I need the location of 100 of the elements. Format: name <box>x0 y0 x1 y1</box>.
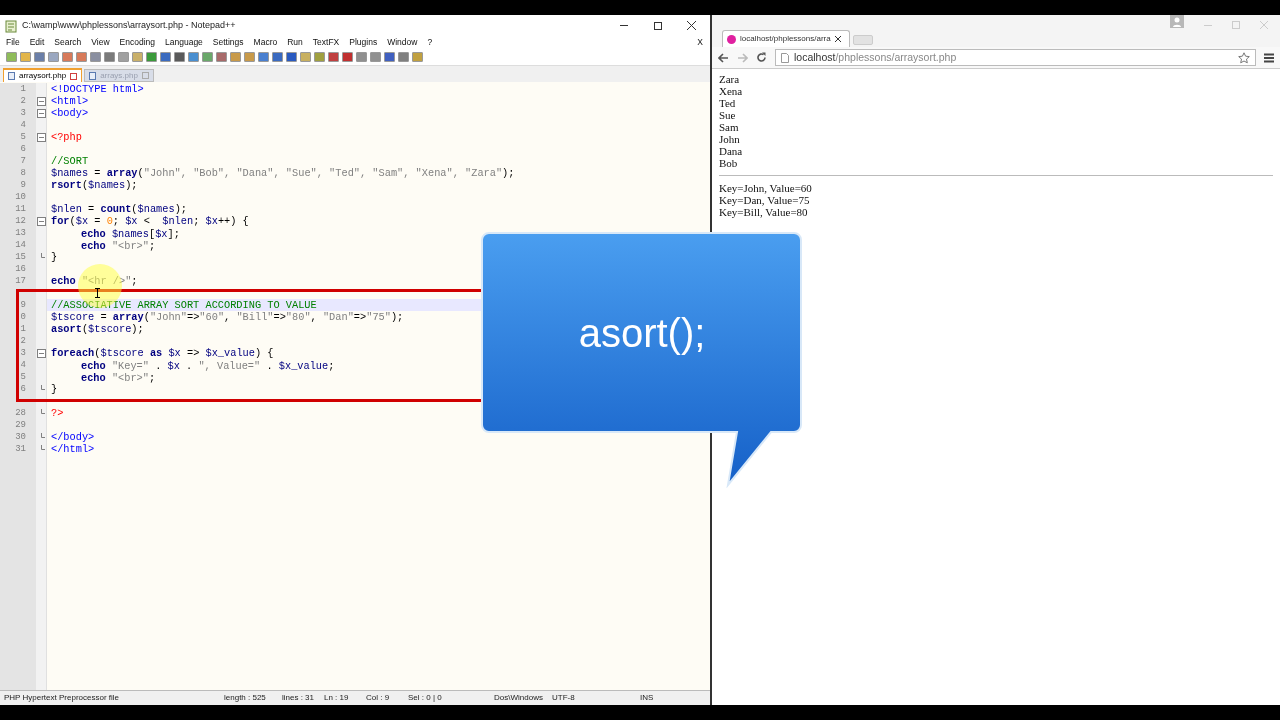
menu-icon[interactable] <box>1264 52 1274 63</box>
status-text: Sel : 0 | 0 <box>408 692 443 704</box>
reload-icon[interactable] <box>756 52 767 63</box>
menu-close-button[interactable]: X <box>697 36 704 49</box>
line-number: 16 <box>15 264 26 274</box>
code-line: } <box>51 251 58 263</box>
menu-item[interactable]: Language <box>165 36 203 49</box>
toolbar-icon[interactable] <box>146 52 157 62</box>
toolbar-icon[interactable] <box>328 52 339 62</box>
menu-item[interactable]: File <box>6 36 20 49</box>
line-number: 0 <box>20 312 26 322</box>
line-number: 30 <box>15 432 26 442</box>
code-line: $names = array("John", "Bob", "Dana", "Sue", "Ted", "Sam", "Xena", "Zara"); <box>51 167 515 179</box>
toolbar-icon[interactable] <box>132 52 143 62</box>
toolbar-icon[interactable] <box>118 52 129 62</box>
toolbar-icon[interactable] <box>244 52 255 62</box>
menu-item[interactable]: Search <box>54 36 82 49</box>
menu-item[interactable]: Edit <box>29 36 45 49</box>
line-number: 3 <box>20 108 26 118</box>
toolbar-icon[interactable] <box>356 52 367 62</box>
line-number: 9 <box>20 180 26 190</box>
fold-toggle-icon[interactable] <box>36 348 46 358</box>
menu-item[interactable]: Plugins <box>349 36 378 49</box>
page-icon <box>781 52 789 63</box>
toolbar-icon[interactable] <box>384 52 395 62</box>
fold-toggle-icon[interactable] <box>36 96 46 106</box>
minimize-button[interactable] <box>1204 25 1212 26</box>
toolbar-icon[interactable] <box>90 52 101 62</box>
output-line: Sam <box>719 121 739 133</box>
toolbar-icon[interactable] <box>62 52 73 62</box>
toolbar-icon[interactable] <box>174 52 185 62</box>
toolbar-icon[interactable] <box>34 52 45 62</box>
toolbar-icon[interactable] <box>20 52 31 62</box>
toolbar-icon[interactable] <box>76 52 87 62</box>
fold-toggle-icon[interactable] <box>36 132 46 142</box>
close-icon[interactable] <box>687 21 696 30</box>
toolbar-icon[interactable] <box>202 52 213 62</box>
toolbar-icon[interactable] <box>258 52 269 62</box>
line-number: 5 <box>20 132 26 142</box>
file-tab[interactable]: arraysort.php <box>3 68 83 82</box>
code-line: foreach($tscore as $x => $x_value) { <box>51 347 274 359</box>
callout-text: asort(); <box>578 310 706 357</box>
menu-item[interactable]: Macro <box>253 36 278 49</box>
toolbar-icon[interactable] <box>300 52 311 62</box>
tab-title: localhost/phplessons/arra <box>740 33 831 45</box>
menu-item[interactable]: Window <box>387 36 418 49</box>
line-number: 7 <box>20 156 26 166</box>
star-icon[interactable] <box>1238 51 1250 64</box>
menu-item[interactable]: Run <box>287 36 303 49</box>
user-icon[interactable] <box>1170 15 1184 28</box>
output-line: Key=Dan, Value=75 <box>719 194 810 206</box>
toolbar-icon[interactable] <box>370 52 381 62</box>
code-line: rsort($names); <box>51 179 138 191</box>
line-number: 28 <box>15 408 26 418</box>
code-line: echo "<hr />"; <box>51 275 138 287</box>
close-icon[interactable] <box>834 36 841 42</box>
address-bar[interactable]: localhost/phplessons/arraysort.php <box>775 49 1256 66</box>
toolbar-icon[interactable] <box>286 52 297 62</box>
toolbar-icon[interactable] <box>314 52 325 62</box>
status-text: Col : 9 <box>366 692 391 704</box>
toolbar-icon[interactable] <box>48 52 59 62</box>
output-line: Key=Bill, Value=80 <box>719 206 808 218</box>
forward-icon[interactable] <box>737 52 748 63</box>
code-line: echo "Key=" . $x . ", Value=" . $x_value; <box>81 360 335 372</box>
fold-toggle-icon[interactable] <box>36 216 46 226</box>
line-number: 1 <box>20 324 26 334</box>
menu-item[interactable]: Settings <box>212 36 244 49</box>
toolbar-icon[interactable] <box>412 52 423 62</box>
output-line: Ted <box>719 97 736 109</box>
window-title: C:\wamp\www\phplessons\arraysort.php - Notepad++ <box>22 18 236 32</box>
code-line: ?> <box>51 407 64 419</box>
code-line: echo "<br>"; <box>81 240 156 252</box>
toolbar-icon[interactable] <box>272 52 283 62</box>
output-line: Dana <box>719 145 743 157</box>
line-number: 31 <box>15 444 26 454</box>
line-number: 9 <box>20 300 26 310</box>
code-line: } <box>51 383 58 395</box>
menu-item[interactable]: Encoding <box>119 36 156 49</box>
fold-toggle-icon[interactable] <box>36 108 46 118</box>
text-cursor-icon <box>94 288 101 298</box>
toolbar-icon[interactable] <box>398 52 409 62</box>
line-number: 13 <box>15 228 26 238</box>
toolbar-icon[interactable] <box>160 52 171 62</box>
toolbar-icon[interactable] <box>342 52 353 62</box>
line-number: 4 <box>20 360 26 370</box>
toolbar-icon[interactable] <box>216 52 227 62</box>
menu-item[interactable]: View <box>91 36 110 49</box>
toolbar-icon[interactable] <box>230 52 241 62</box>
toolbar-icon[interactable] <box>188 52 199 62</box>
notepad-icon <box>4 18 18 33</box>
browser-tab[interactable]: localhost/phplessons/arra <box>722 30 850 47</box>
code-line: $nlen = count($names); <box>51 203 187 215</box>
menu-item[interactable]: ? <box>427 36 433 49</box>
toolbar-icon[interactable] <box>104 52 115 62</box>
menu-item[interactable]: TextFX <box>312 36 340 49</box>
code-line: </body> <box>51 431 95 443</box>
toolbar-icon[interactable] <box>6 52 17 62</box>
line-number: 15 <box>15 252 26 262</box>
back-icon[interactable] <box>718 52 729 63</box>
new-tab-button[interactable] <box>853 35 873 45</box>
